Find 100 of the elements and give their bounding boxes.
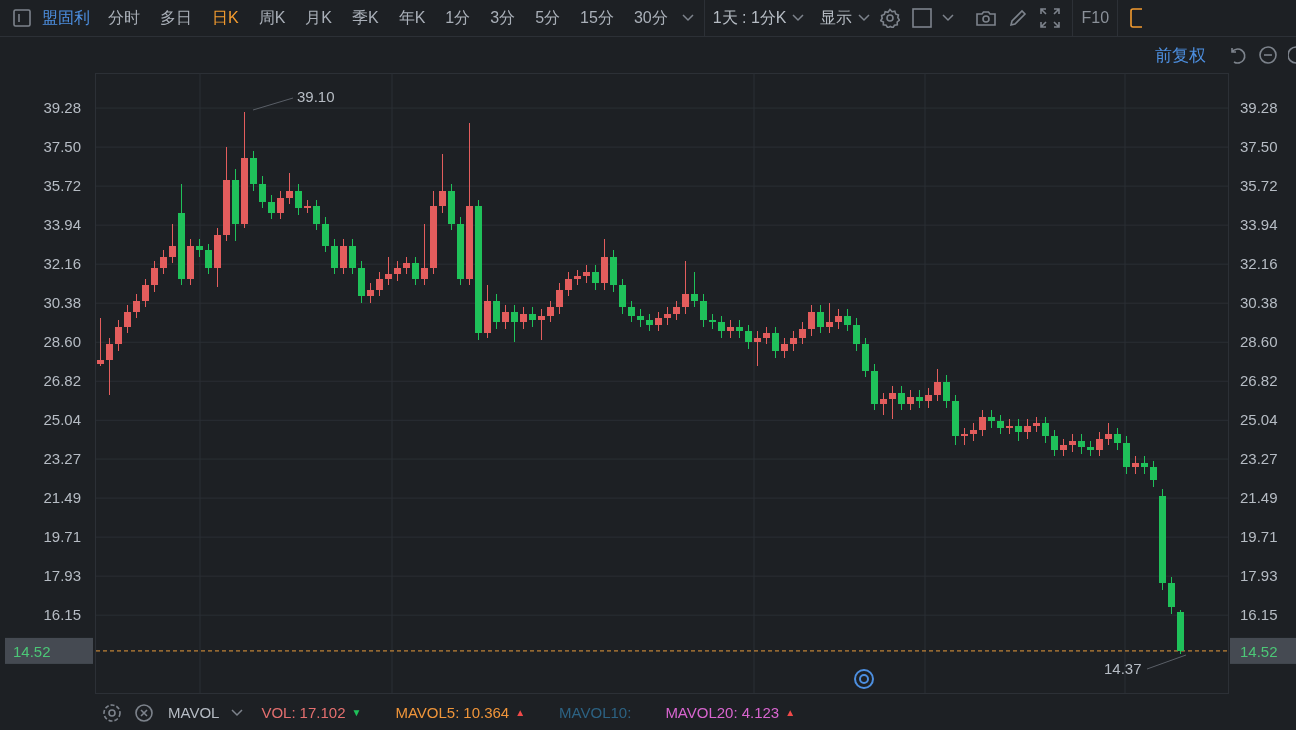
period-tab[interactable]: 5分 [525, 7, 571, 29]
settings-icon[interactable] [880, 8, 901, 28]
zoom-out-icon[interactable] [1258, 45, 1278, 65]
adjust-link[interactable]: 前复权 [1155, 43, 1206, 67]
candle [1123, 436, 1130, 474]
period-tab[interactable]: 30分 [623, 7, 678, 29]
candle [457, 217, 464, 285]
candle [403, 257, 410, 274]
candle [943, 375, 950, 408]
candle [367, 283, 374, 303]
candle [511, 305, 518, 342]
candle [907, 390, 914, 410]
candle [304, 200, 311, 213]
candle [115, 320, 122, 351]
candle [880, 393, 887, 415]
range-selector[interactable]: 1天 : 1分K [710, 7, 789, 29]
indicator-label: VOL: [261, 704, 296, 721]
axis-label: 21.49 [43, 489, 81, 507]
sidebar-toggle-icon[interactable] [12, 8, 32, 28]
period-tab[interactable]: 月K [295, 7, 342, 29]
axis-label: 32.16 [1240, 255, 1278, 273]
trend-arrow: ▲ [785, 707, 796, 718]
candle [421, 224, 428, 285]
candle [286, 173, 293, 204]
candle [547, 301, 554, 322]
candle [97, 318, 104, 366]
period-tab[interactable]: 年K [388, 7, 436, 29]
fullscreen-icon[interactable] [1040, 8, 1061, 28]
candle [1087, 441, 1094, 456]
candle [1105, 423, 1112, 445]
candle [565, 272, 572, 296]
candle [646, 314, 653, 331]
indicator-value: 10.364 [463, 704, 510, 721]
indicator-label: MAVOL20: [665, 704, 738, 721]
candle [1060, 439, 1067, 456]
candle [790, 331, 797, 351]
candle [871, 364, 878, 410]
candle [655, 312, 662, 331]
candle [529, 307, 536, 327]
axis-label: 28.60 [1240, 333, 1278, 351]
candle [709, 314, 716, 329]
period-tab[interactable]: 季K [342, 7, 389, 29]
candle [691, 272, 698, 307]
candle [853, 318, 860, 351]
stock-name[interactable]: 盟固利 [38, 7, 98, 29]
square-icon[interactable] [912, 8, 933, 28]
candle [718, 316, 725, 338]
candle [574, 270, 581, 285]
axis-label: 16.15 [1240, 606, 1278, 624]
pencil-icon[interactable] [1008, 8, 1029, 28]
period-tab[interactable]: 日K [202, 7, 249, 29]
display-menu[interactable]: 显示 [818, 7, 855, 29]
candle [151, 261, 158, 292]
settings-icon[interactable] [102, 702, 122, 723]
candle [682, 261, 689, 314]
candle [1051, 430, 1058, 456]
undo-icon[interactable] [1228, 45, 1248, 65]
candle [988, 410, 995, 428]
axis-label: 33.94 [1240, 216, 1278, 234]
candle [754, 331, 761, 366]
candle [1177, 610, 1184, 654]
period-tab[interactable]: 15分 [570, 7, 624, 29]
price-tag: 14.52 [5, 637, 93, 664]
f10-button[interactable]: F10 [1079, 9, 1112, 27]
target-icon[interactable] [854, 669, 874, 689]
period-tab[interactable]: 分时 [98, 7, 150, 29]
candle [592, 265, 599, 290]
camera-icon[interactable] [976, 8, 997, 28]
close-icon[interactable] [134, 702, 154, 723]
axis-label: 33.94 [43, 216, 81, 234]
candle [394, 261, 401, 281]
period-tab[interactable]: 1分 [435, 7, 481, 29]
axis-label: 39.28 [43, 99, 81, 117]
candle [322, 217, 329, 252]
indicator-name[interactable]: MAVOL [168, 704, 220, 721]
candle [187, 239, 194, 285]
candle [331, 239, 338, 274]
period-tab[interactable]: 周K [248, 7, 296, 29]
period-tab[interactable]: 3分 [480, 7, 526, 29]
leader-line [1146, 654, 1187, 670]
candle [313, 200, 320, 230]
candle [1042, 417, 1049, 443]
candle [808, 305, 815, 336]
low-price-label: 14.37 [1104, 660, 1142, 677]
candle [700, 294, 707, 327]
candle [1015, 419, 1022, 441]
candle [979, 410, 986, 436]
candle [502, 305, 509, 329]
axis-label: 25.04 [43, 411, 81, 429]
candle [952, 395, 959, 445]
candle [763, 327, 770, 344]
candle [583, 265, 590, 283]
candle [826, 303, 833, 333]
candle [772, 327, 779, 358]
candle [268, 195, 275, 219]
axis-label: 19.71 [1240, 528, 1278, 546]
period-tab[interactable]: 多日 [150, 7, 202, 29]
axis-label: 26.82 [1240, 372, 1278, 390]
indicator-value: 17.102 [299, 704, 346, 721]
candle [1132, 456, 1139, 474]
